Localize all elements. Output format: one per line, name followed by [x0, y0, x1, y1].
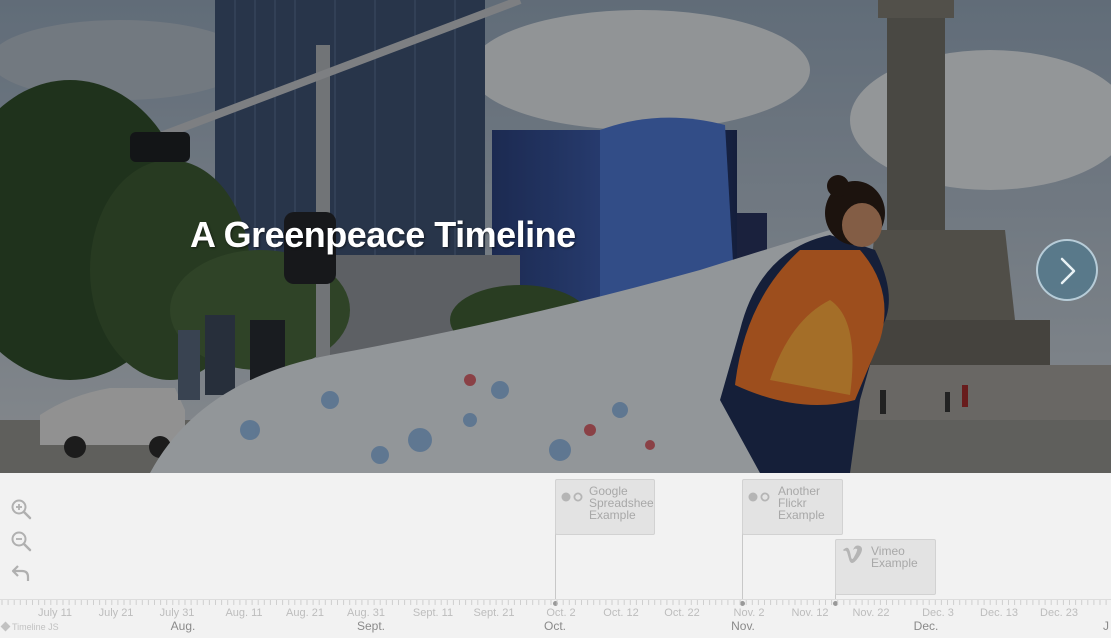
- next-slide-button[interactable]: [1036, 239, 1098, 301]
- axis-minor-label: Dec. 3: [922, 607, 954, 619]
- marker-title: Google Spreadsheet Example: [589, 484, 655, 522]
- axis-major-label: Aug.: [170, 619, 196, 633]
- timelinejs-attribution[interactable]: Timeline JS: [0, 621, 59, 632]
- axis-minor-label: Nov. 22: [852, 607, 890, 619]
- axis-minor-label: Dec. 13: [980, 607, 1018, 619]
- axis-minor-label: Sept. 11: [412, 607, 454, 619]
- zoom-in-button[interactable]: [10, 498, 32, 520]
- marker-line: [742, 533, 743, 604]
- axis-major-label: Oct.: [543, 619, 567, 633]
- timeline-app: A Greenpeace Timeline Google Spreadsheet…: [0, 0, 1111, 638]
- axis-minor-label: Sept. 21: [473, 607, 515, 619]
- timeline-marker-google-spreadsheet[interactable]: Google Spreadsheet Example: [555, 479, 655, 535]
- axis-minor-label: July 21: [98, 607, 134, 619]
- vimeo-icon: [843, 545, 862, 563]
- axis-minor-label: Aug. 21: [286, 607, 324, 619]
- undo-arrow-icon: [11, 565, 30, 581]
- axis-minor-label: Oct. 2: [546, 607, 576, 619]
- slide-hero: A Greenpeace Timeline: [0, 0, 1111, 473]
- slide-title: A Greenpeace Timeline: [190, 214, 576, 255]
- axis-minor-label: Oct. 12: [603, 607, 639, 619]
- axis-major-label: Nov.: [731, 619, 755, 633]
- marker-line: [555, 533, 556, 604]
- axis-minor-label: Aug. 31: [347, 607, 385, 619]
- back-to-start-button[interactable]: [10, 562, 32, 584]
- axis-minor-label: Oct. 22: [664, 607, 700, 619]
- timeline-marker-flickr[interactable]: Another Flickr Example: [742, 479, 843, 535]
- timelinejs-logo-icon: [0, 621, 11, 632]
- marker-title: Another Flickr Example: [778, 484, 825, 522]
- axis-minor-label: Aug. 11: [225, 607, 263, 619]
- zoom-out-icon: [11, 531, 32, 552]
- chevron-right-icon: [1060, 257, 1076, 285]
- axis-major-label: Sept.: [356, 619, 386, 633]
- spreadsheet-icon: [561, 492, 583, 502]
- zoom-out-button[interactable]: [10, 530, 32, 552]
- timeline-marker-vimeo[interactable]: Vimeo Example: [835, 539, 936, 595]
- axis-major-label: Dec.: [913, 619, 939, 633]
- zoom-in-icon: [11, 499, 32, 520]
- marker-title: Vimeo Example: [871, 544, 918, 570]
- axis-minor-label: Nov. 2: [733, 607, 765, 619]
- axis-minor-label: July 11: [37, 607, 73, 619]
- axis-major-label: J: [1103, 619, 1109, 633]
- flickr-icon: [748, 492, 770, 502]
- time-axis: July 11 July 21 July 31 Aug. 11 Aug. 21 …: [0, 599, 1111, 638]
- axis-minor-label: Nov. 12: [791, 607, 829, 619]
- axis-minor-label: July 31: [159, 607, 195, 619]
- axis-ticks: [0, 599, 1111, 605]
- attribution-label: Timeline JS: [12, 622, 59, 632]
- axis-minor-label: Dec. 23: [1040, 607, 1078, 619]
